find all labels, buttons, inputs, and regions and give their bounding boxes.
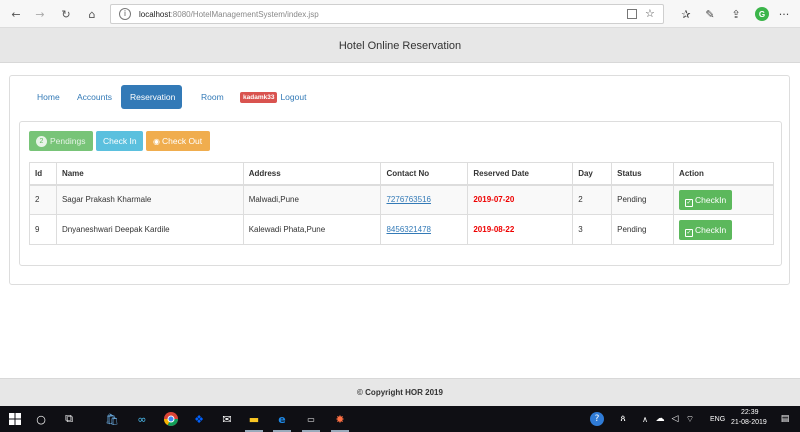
share-icon[interactable]: ⇪ [728,6,744,22]
address-bar[interactable]: i localhost:8080/HotelManagementSystem/i… [110,4,664,24]
column-header: Day [572,162,613,186]
tab-accounts[interactable]: Accounts [68,85,121,109]
cell-day: 2 [572,184,613,215]
checkin-label: CheckIn [695,224,727,235]
column-header: Name [55,162,244,186]
refresh-icon[interactable]: ↻ [58,6,74,22]
cell-action: ✓ CheckIn [673,214,774,245]
column-header: Id [29,162,57,186]
cell-action: ✓ CheckIn [673,184,774,215]
cell-address: Malwadi,Pune [242,184,382,215]
url-host: localhost [139,10,171,19]
cell-day: 3 [572,214,613,245]
clock-date[interactable]: 21-08-2019 [731,419,767,426]
table-row: 9 Dnyaneshwari Deepak Kardile Kalewadi P… [29,214,774,245]
more-icon[interactable]: ··· [776,6,792,22]
cell-name: Dnyaneshwari Deepak Kardile [55,214,244,245]
table-row: 2 Sagar Prakash Kharmale Malwadi,Pune 72… [29,184,774,215]
info-icon[interactable]: i [119,8,131,20]
network-icon[interactable]: ⌔ [681,410,699,428]
mail-icon[interactable]: ✉ [218,410,236,428]
home-icon[interactable]: ⌂ [84,6,100,22]
page-title: Hotel Online Reservation [338,40,462,52]
reading-view-icon[interactable] [627,9,637,19]
forward-icon[interactable]: → [32,6,48,22]
tab-logout[interactable]: kadamk33 Logout [231,85,315,109]
pendings-label: Pendings [50,136,86,146]
row-checkin-button[interactable]: ✓ CheckIn [679,189,733,210]
windows-start-icon[interactable] [6,410,24,428]
column-header: Contact No [380,162,469,186]
column-header: Address [242,162,382,186]
contact-link[interactable]: 8456321478 [386,225,431,234]
check-in-button[interactable]: Check In [96,131,143,151]
reservations-table: Id Name Address Contact No Reserved Date… [29,162,774,245]
pendings-button[interactable]: 2 Pendings [29,131,93,151]
edge-icon[interactable]: e [273,410,291,428]
tab-room[interactable]: Room [192,85,233,109]
chrome-icon[interactable] [162,410,180,428]
help-icon[interactable]: ? [590,412,604,426]
dropbox-icon[interactable]: ❖ [190,410,208,428]
taskbar: ○ ⧉ 🛍 ∞ ❖ ✉ ▬ e ▭ ✸ ? ጰ ∧ ☁ ◁ ⌔ ENG 22:3… [0,406,800,432]
copyright-text: © Copyright HOR 2019 [357,388,443,397]
main-panel: Home Accounts Reservation Room kadamk33 L… [9,75,790,285]
clock-time[interactable]: 22:39 [741,409,759,416]
check-out-button[interactable]: ◉ Check Out [146,131,210,151]
cell-address: Kalewadi Phata,Pune [242,214,382,245]
reserved-date: 2019-07-20 [473,195,515,205]
cell-date: 2019-07-20 [467,184,574,215]
column-header: Action [673,162,774,186]
pending-count-badge: 2 [36,136,47,148]
search-circle-icon[interactable]: ○ [32,410,50,428]
language-indicator[interactable]: ENG [710,416,725,423]
infinity-app-icon[interactable]: ∞ [133,410,151,428]
row-checkin-button[interactable]: ✓ CheckIn [679,219,733,240]
checkin-label: CheckIn [695,194,727,205]
column-header: Reserved Date [467,162,574,186]
people-icon[interactable]: ጰ [614,410,632,428]
cell-contact: 8456321478 [380,214,469,245]
cell-name: Sagar Prakash Kharmale [55,184,244,215]
column-header: Status [611,162,675,186]
cell-id: 2 [29,184,57,215]
page-footer: © Copyright HOR 2019 [0,378,800,406]
browser-toolbar: ← → ↻ ⌂ i localhost:8080/HotelManagement… [0,0,800,28]
url-text[interactable]: localhost:8080/HotelManagementSystem/ind… [139,10,319,19]
contact-link[interactable]: 7276763516 [386,195,431,204]
tab-reservation[interactable]: Reservation [121,85,182,109]
reservation-panel: 2 Pendings Check In ◉ Check Out Id Name Ad… [19,121,782,266]
check-square-icon: ✓ [685,198,694,207]
pen-icon[interactable]: ✎ [702,6,718,22]
check-out-label: Check Out [161,136,203,146]
cell-id: 9 [29,214,57,245]
cell-date: 2019-08-22 [467,214,574,245]
tab-home[interactable]: Home [28,85,69,109]
cell-contact: 7276763516 [380,184,469,215]
cell-status: Pending [611,214,675,245]
check-square-icon: ✓ [685,228,694,237]
reserved-date: 2019-08-22 [473,225,515,234]
file-explorer-icon[interactable]: ▬ [245,410,263,428]
task-view-icon[interactable]: ⧉ [60,410,78,428]
terminal-icon[interactable]: ▭ [302,410,320,428]
notification-icon[interactable]: ▤ [776,410,794,428]
favorite-star-icon[interactable]: ☆ [645,7,655,20]
table-header-row: Id Name Address Contact No Reserved Date… [29,162,774,186]
favorites-icon[interactable]: ✰ [678,6,694,22]
profile-icon[interactable]: G [755,7,769,21]
store-icon[interactable]: 🛍 [103,410,121,428]
user-badge: kadamk33 [240,92,278,104]
back-icon[interactable]: ← [8,6,24,22]
netbeans-icon[interactable]: ✸ [331,410,349,428]
page-header: Hotel Online Reservation [0,28,800,63]
eye-icon: ◉ [153,137,160,146]
url-path: :8080/HotelManagementSystem/index.jsp [170,10,319,19]
logout-label: Logout [280,92,307,102]
cell-status: Pending [611,184,675,215]
